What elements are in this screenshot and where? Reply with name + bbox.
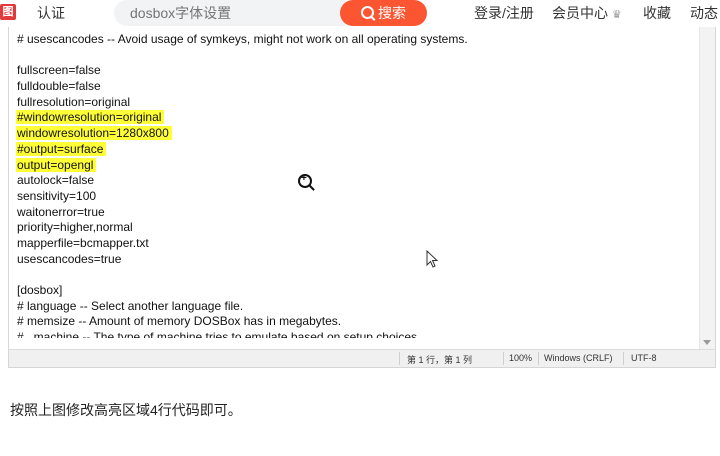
code-line: #output=surface [16, 141, 697, 158]
code-text: # machine -- The type of machine tries t… [17, 330, 421, 339]
code-text: fulldouble=false [17, 79, 101, 94]
code-line: #windowresolution=original [16, 110, 697, 126]
code-text: priority=higher,normal [17, 220, 133, 235]
code-line: waitonerror=true [17, 205, 697, 221]
code-line: fullresolution=original [17, 95, 697, 111]
code-text-area[interactable]: # usescancodes -- Avoid usage of symkeys… [16, 32, 697, 338]
status-bar: 第 1 行，第 1 列 100% Windows (CRLF) UTF-8 [9, 349, 715, 367]
code-line: # usescancodes -- Avoid usage of symkeys… [17, 32, 697, 48]
line-ending: Windows (CRLF) [544, 353, 613, 363]
search-input[interactable] [130, 0, 340, 26]
code-text: [dosbox] [17, 283, 63, 297]
code-text: usescancodes=true [17, 251, 122, 266]
top-nav-bar: 图 认证 搜索 登录/注册 会员中心 ♛ 收藏 动态 [0, 0, 720, 26]
code-line: autolock=false [17, 173, 697, 189]
code-line: priority=higher,normal [17, 220, 697, 236]
code-text: waitonerror=true [17, 204, 105, 219]
status-divider [399, 352, 400, 365]
code-text: # language -- Select another language fi… [17, 298, 244, 313]
site-logo[interactable]: 图 [0, 4, 16, 20]
code-line: sensitivity=100 [17, 189, 697, 205]
crown-icon: ♛ [611, 9, 622, 21]
cursor-position: 第 1 行，第 1 列 [407, 355, 473, 365]
search-box [114, 0, 346, 26]
nav-auth-link[interactable]: 认证 [37, 3, 65, 23]
code-text: autolock=false [17, 173, 95, 188]
code-text: fullscreen=false [17, 63, 101, 78]
dynamic-link[interactable]: 动态 [690, 3, 718, 23]
code-line: windowresolution=1280x800 [16, 126, 697, 142]
notepad-editor: # usescancodes -- Avoid usage of symkeys… [8, 27, 716, 368]
member-center-label: 会员中心 [552, 5, 608, 21]
encoding: UTF-8 [631, 353, 657, 363]
scroll-down-arrow-icon[interactable] [703, 340, 711, 345]
zoom-level: 100% [509, 353, 533, 363]
status-divider [623, 352, 624, 365]
code-line: usescancodes=true [17, 252, 697, 268]
code-line: # machine -- The type of machine tries t… [17, 330, 697, 338]
search-icon [361, 6, 374, 19]
highlighted-code-text: output=opengl [16, 157, 97, 172]
status-divider [538, 352, 539, 365]
status-divider [503, 352, 504, 365]
vertical-scrollbar[interactable] [699, 27, 715, 349]
article-caption: 按照上图修改高亮区域4行代码即可。 [10, 402, 242, 418]
code-line: # language -- Select another language fi… [17, 299, 697, 315]
code-line: fullscreen=false [17, 63, 697, 79]
code-text: # usescancodes -- Avoid usage of symkeys… [17, 32, 468, 46]
code-text: # memsize -- Amount of memory DOSBox has… [17, 314, 342, 329]
login-register-link[interactable]: 登录/注册 [474, 3, 534, 23]
code-line: [dosbox] [17, 283, 697, 299]
search-button-label: 搜索 [378, 5, 406, 21]
highlighted-code-text: windowresolution=1280x800 [16, 126, 172, 141]
highlighted-code-text: #output=surface [16, 141, 107, 156]
mouse-pointer-icon [426, 250, 438, 268]
member-center-link[interactable]: 会员中心 ♛ [552, 3, 622, 23]
code-line: fulldouble=false [17, 79, 697, 95]
highlighted-code-text: #windowresolution=original [16, 110, 165, 125]
code-text: mapperfile=bcmapper.txt [17, 235, 149, 250]
code-text: sensitivity=100 [17, 188, 97, 203]
code-line: # memsize -- Amount of memory DOSBox has… [17, 314, 697, 330]
code-text: fullresolution=original [17, 94, 131, 109]
zoom-cursor-icon [298, 173, 312, 188]
search-button[interactable]: 搜索 [340, 0, 427, 26]
favorites-link[interactable]: 收藏 [643, 3, 671, 23]
code-line: output=opengl [16, 157, 697, 174]
code-line: mapperfile=bcmapper.txt [17, 236, 697, 252]
